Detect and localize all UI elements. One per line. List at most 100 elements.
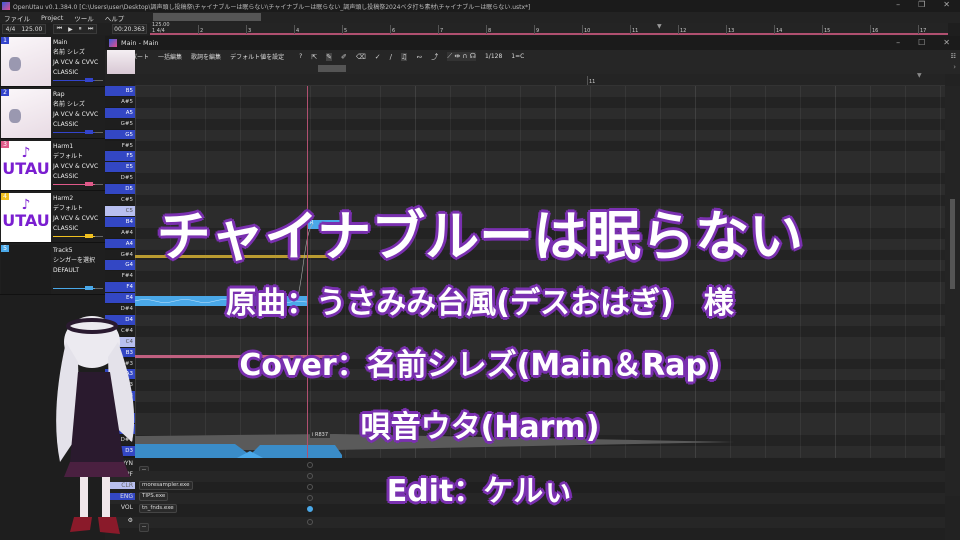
expression-point[interactable] [307, 495, 313, 501]
timeline-scrollbar[interactable] [153, 13, 261, 21]
key-b4[interactable]: B4 [105, 216, 135, 228]
key-e5[interactable]: E5 [105, 162, 135, 174]
playhead-marker-icon[interactable]: ▼ [917, 72, 922, 79]
volume-slider[interactable] [53, 286, 103, 290]
track-name[interactable]: Rap [53, 90, 98, 100]
line-icon[interactable]: ⟋ ⇹ ∩ ☊ [447, 52, 476, 61]
slider-knob[interactable] [85, 130, 93, 134]
vibrato-icon[interactable]: ∾ [416, 53, 422, 61]
track-name[interactable]: Harm1 [53, 142, 98, 152]
renderer[interactable]: CLASSIC [53, 224, 98, 234]
maximize-icon[interactable]: ☐ [918, 38, 925, 47]
track-5[interactable]: 5 Track5 シンガーを選択 DEFAULT [0, 244, 105, 295]
track-name[interactable]: Main [53, 38, 98, 48]
menu-help[interactable]: ヘルプ [105, 13, 125, 23]
key-as4[interactable]: A#4 [105, 227, 135, 239]
key-f4[interactable]: F4 [105, 282, 135, 294]
renderer[interactable]: CLASSIC [53, 120, 98, 130]
minimize-icon[interactable]: – [896, 0, 900, 9]
key-a4[interactable]: A4 [105, 238, 135, 250]
pen-tool-icon[interactable]: ✎ [326, 52, 333, 61]
scroll-right-icon[interactable]: › [953, 63, 956, 71]
phonemizer[interactable]: JA VCV & CVVC [53, 162, 98, 172]
key-f5[interactable]: F5 [105, 151, 135, 163]
key-a5[interactable]: A5 [105, 107, 135, 119]
menu-file[interactable]: ファイル [4, 13, 30, 23]
skip-end-icon[interactable]: ⏭ [88, 25, 93, 33]
piano-roll-ruler[interactable]: 11 ▼ [135, 72, 945, 86]
key-e4[interactable]: E4 [105, 293, 135, 304]
menu-batch-edit[interactable]: 一括編集 [158, 52, 182, 61]
pen-plus-tool-icon[interactable]: ✐ [341, 53, 347, 61]
key-g5[interactable]: G5 [105, 129, 135, 141]
volume-slider[interactable] [53, 234, 103, 238]
phonemizer[interactable]: JA VCV & CVVC [53, 214, 98, 224]
track-2[interactable]: 2 Rap 名前 シレズ JA VCV & CVVC CLASSIC [0, 88, 105, 139]
close-icon[interactable]: ✕ [943, 38, 950, 47]
pause-icon[interactable]: ⏸ [79, 25, 82, 33]
phonemizer[interactable]: JA VCV & CVVC [53, 110, 98, 120]
singer-name[interactable]: 名前 シレズ [53, 48, 98, 58]
singer-name[interactable]: シンガーを選択 [53, 256, 95, 266]
slider-knob[interactable] [85, 234, 93, 238]
expression-point[interactable] [307, 484, 313, 490]
menu-tools[interactable]: ツール [74, 13, 94, 23]
track-4[interactable]: ♪ UTAU 4 Harm2 デフォルト JA VCV & CVVC CLASSIC [0, 192, 105, 243]
renderer[interactable]: DEFAULT [53, 266, 95, 276]
horizontal-scrollbar[interactable] [318, 65, 346, 72]
key-b5[interactable]: B5 [105, 86, 135, 97]
vertical-scrollbar[interactable] [945, 86, 960, 496]
menu-project[interactable]: Project [41, 14, 63, 22]
renderer[interactable]: CLASSIC [53, 68, 98, 78]
playhead-marker-icon[interactable]: ▼ [657, 23, 662, 30]
draw-pitch-tool-icon[interactable]: ✓ [375, 53, 381, 61]
maximize-icon[interactable]: ❐ [918, 0, 925, 9]
expression-point[interactable] [307, 473, 313, 479]
slider-knob[interactable] [85, 182, 93, 186]
eraser-tool-icon[interactable]: ⌫ [356, 53, 366, 61]
phonemizer[interactable]: JA VCV & CVVC [53, 58, 98, 68]
key-gs5[interactable]: G#5 [105, 118, 135, 130]
close-icon[interactable]: ✕ [943, 0, 950, 9]
slider-knob[interactable] [85, 286, 93, 290]
slider-knob[interactable] [85, 78, 93, 82]
key-d5[interactable]: D5 [105, 184, 135, 195]
snap-selector[interactable]: 1/128 [485, 53, 502, 60]
menu-set-defaults[interactable]: デフォルト値を設定 [230, 52, 284, 61]
key-cs5[interactable]: C#5 [105, 195, 135, 206]
singer-name[interactable]: デフォルト [53, 152, 98, 162]
skip-start-icon[interactable]: ⏮ [57, 25, 62, 33]
note-icon[interactable]: ♫ [401, 52, 408, 61]
expression-point[interactable] [307, 462, 313, 468]
key-ds5[interactable]: D#5 [105, 173, 135, 185]
volume-slider[interactable] [53, 182, 103, 186]
menu-edit-lyrics[interactable]: 歌詞を編集 [191, 52, 221, 61]
tempo-box[interactable]: 4/4 125.00 [2, 24, 46, 34]
key-gs4[interactable]: G#4 [105, 249, 135, 261]
settings-icon[interactable]: ☷ [951, 53, 956, 60]
volume-slider[interactable] [53, 130, 103, 134]
key-as5[interactable]: A#5 [105, 96, 135, 108]
note-grid[interactable]: R i R837 [135, 86, 945, 458]
track-name[interactable]: Harm2 [53, 194, 98, 204]
key-fs5[interactable]: F#5 [105, 140, 135, 152]
pitch-icon[interactable]: ⤴ [431, 52, 438, 62]
note-g4[interactable] [135, 296, 308, 306]
timeline-ruler[interactable]: 125.00 1 4/4 2 3 4 5 6 7 8 9 10 11 12 13 14 15 16 17 ▼ [150, 22, 948, 35]
key-g4[interactable]: G4 [105, 260, 135, 272]
play-icon[interactable]: ▶ [68, 26, 73, 33]
track-3[interactable]: ♪ UTAU 3 Harm1 デフォルト JA VCV & CVVC CLASSIC [0, 140, 105, 191]
singer-name[interactable]: デフォルト [53, 204, 98, 214]
key-c5[interactable]: C5 [105, 205, 135, 217]
track-1[interactable]: 1 Main 名前 シレズ JA VCV & CVVC CLASSIC [0, 36, 105, 87]
knife-tool-icon[interactable]: / [390, 53, 392, 61]
track-name[interactable]: Track5 [53, 246, 95, 256]
expression-point[interactable] [307, 519, 313, 525]
renderer[interactable]: CLASSIC [53, 172, 98, 182]
key-selector[interactable]: 1=C [511, 53, 524, 60]
volume-slider[interactable] [53, 78, 103, 82]
help-button[interactable]: ? [299, 53, 302, 60]
key-fs4[interactable]: F#4 [105, 271, 135, 283]
select-tool-icon[interactable]: ⇱ [311, 53, 317, 61]
scroll-thumb[interactable] [950, 199, 955, 289]
